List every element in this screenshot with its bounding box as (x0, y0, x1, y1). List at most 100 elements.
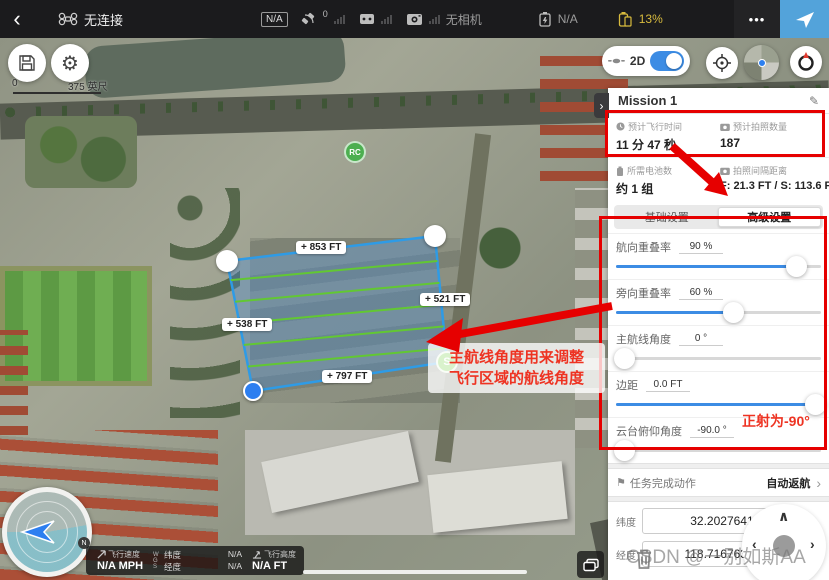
nudge-up-button[interactable]: ∧ (778, 508, 789, 525)
compass-reset-button[interactable] (790, 46, 822, 78)
more-menu-button[interactable]: ••• (734, 0, 780, 38)
takeoff-button[interactable] (780, 0, 829, 38)
finish-action-value: 自动返航 (766, 475, 810, 491)
margin-value[interactable]: 0.0 FT (646, 379, 690, 392)
aircraft-battery-value: N/A (558, 12, 578, 26)
mission-panel: Mission 1 ✎ 预计飞行时间 11 分 47 秒 预计拍照数量 187 … (608, 88, 829, 580)
rc-battery-value: 13% (639, 12, 663, 26)
route-angle-slider[interactable] (616, 357, 821, 360)
camera-status: 无相机 (446, 11, 482, 28)
trash-icon[interactable] (634, 547, 654, 571)
nudge-center-dot[interactable] (773, 535, 795, 557)
margin-slider[interactable] (616, 403, 821, 406)
camera-status-group: 无相机 (406, 11, 482, 28)
crosshair-icon (712, 53, 732, 73)
map-mode-toggle[interactable]: 2D (602, 46, 690, 76)
photo-count-value: 187 (720, 136, 821, 150)
tab-basic-settings[interactable]: 基础设置 (616, 207, 718, 227)
finish-action-row[interactable]: ⚑ 任务完成动作 自动返航 › (608, 469, 829, 496)
photo-count-icon (720, 123, 730, 131)
gimbal-pitch-slider[interactable] (616, 449, 821, 452)
camera-signal-bars (429, 15, 440, 24)
drone-small-icon (608, 55, 625, 67)
stats-row-2: 所需电池数 约 1 组 拍照间隔距离 F: 21.3 FT / S: 113.6… (608, 157, 829, 201)
stats-row-1: 预计飞行时间 11 分 47 秒 预计拍照数量 187 (608, 114, 829, 157)
photo-interval-icon (720, 167, 730, 175)
layers-icon (583, 558, 599, 572)
edge-length-top: + 853 FT (296, 241, 346, 254)
connection-status: 无连接 (84, 10, 123, 29)
aircraft-battery-icon (538, 11, 552, 27)
satellite-count: 0 (323, 9, 328, 19)
map-layers-button[interactable] (577, 551, 604, 578)
polygon-vertex-handle[interactable] (216, 250, 238, 272)
flight-time-value: 11 分 47 秒 (616, 136, 720, 153)
flight-mode-badge: N/A (261, 12, 288, 27)
speed-icon (97, 550, 106, 559)
gps-signal-bars (334, 15, 345, 24)
start-point-marker[interactable]: S (436, 351, 458, 373)
flag-icon: ⚑ (616, 476, 626, 489)
rc-status (359, 12, 392, 26)
photo-interval-value: F: 21.3 FT / S: 113.6 FT (720, 180, 829, 192)
rc-battery-icon (618, 11, 633, 27)
nudge-dpad: ∧ ‹ › (742, 504, 826, 580)
settings-tabs: 基础设置 高级设置 (614, 205, 823, 229)
satellite-icon (300, 12, 317, 27)
altitude-icon (252, 550, 262, 559)
slider-route-angle: 主航线角度0 ° (608, 325, 829, 371)
minimap-layer-button[interactable] (744, 45, 779, 80)
nudge-left-button[interactable]: ‹ (752, 536, 757, 552)
polygon-vertex-handle[interactable] (424, 225, 446, 247)
slider-course-overlap: 航向重叠率90 % (608, 233, 829, 279)
remote-controller-icon (359, 12, 375, 26)
minimap-position-dot (758, 59, 766, 67)
route-angle-value[interactable]: 0 ° (679, 333, 723, 346)
course-overlap-value[interactable]: 90 % (679, 241, 723, 254)
panel-collapse-handle[interactable]: › (594, 93, 609, 118)
camera-icon (406, 12, 423, 26)
course-overlap-slider[interactable] (616, 265, 821, 268)
telemetry-bar: 飞行速度 N/A MPH WGS 纬度N/A 经度N/A 飞行高度 N/A FT (86, 546, 304, 575)
horizontal-scrollbar[interactable] (303, 570, 527, 574)
side-overlap-value[interactable]: 60 % (679, 287, 723, 300)
edit-mission-name-button[interactable]: ✎ (809, 94, 819, 108)
side-overlap-slider[interactable] (616, 311, 821, 314)
2d-toggle[interactable] (650, 51, 684, 71)
chevron-right-icon: › (816, 475, 821, 491)
slider-handle[interactable] (614, 348, 635, 369)
gps-status: 0 (300, 12, 345, 27)
altitude-value: N/A FT (252, 560, 296, 572)
latitude-label: 纬度 (616, 514, 642, 529)
polygon-vertex-selected[interactable] (243, 381, 263, 401)
top-status-bar: ‹ 无连接 N/A 0 无相机 N/A 13% ••• (0, 0, 829, 38)
slider-handle[interactable] (723, 302, 744, 323)
scale-zero: 0 (12, 78, 18, 89)
aircraft-connection: 无连接 (58, 10, 123, 29)
nudge-right-button[interactable]: › (810, 536, 815, 552)
attitude-compass-widget[interactable]: N (2, 487, 92, 577)
gimbal-note: 正射为-90° (742, 411, 810, 431)
back-button[interactable]: ‹ (0, 0, 34, 38)
telemetry-lng-value: N/A (228, 561, 242, 573)
2d-label: 2D (630, 54, 645, 68)
save-mission-button[interactable] (8, 44, 46, 82)
wgs-label: WGS (153, 552, 160, 570)
slider-side-overlap: 旁向重叠率60 % (608, 279, 829, 325)
tab-advanced-settings[interactable]: 高级设置 (718, 207, 822, 227)
slider-handle[interactable] (614, 440, 635, 461)
mission-title: Mission 1 (618, 93, 677, 108)
clock-icon (616, 122, 625, 131)
rc-signal-bars (381, 15, 392, 24)
gimbal-pitch-value[interactable]: -90.0 ° (690, 425, 734, 438)
locate-button[interactable] (706, 47, 738, 79)
compass-icon (795, 51, 817, 73)
edge-length-right: + 521 FT (420, 293, 470, 306)
edge-length-left: + 538 FT (222, 318, 272, 331)
aircraft-heading-arrow (20, 517, 62, 547)
rc-location-marker: RC (344, 141, 366, 163)
rc-battery-group: 13% (618, 11, 663, 27)
edge-length-bottom: + 797 FT (322, 370, 372, 383)
settings-button[interactable]: ⚙ (51, 44, 89, 82)
slider-handle[interactable] (786, 256, 807, 277)
